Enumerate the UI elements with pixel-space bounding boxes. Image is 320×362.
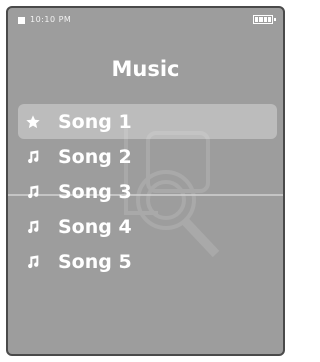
music-note-icon (22, 181, 44, 203)
song-item-2[interactable]: Song 2 (18, 139, 277, 174)
music-note-icon (22, 251, 44, 273)
status-indicator-icon (18, 17, 25, 24)
song-label: Song 2 (58, 145, 132, 168)
song-label: Song 1 (58, 110, 132, 133)
song-item-3[interactable]: Song 3 (18, 174, 277, 209)
song-item-1[interactable]: Song 1 (18, 104, 277, 139)
song-label: Song 3 (58, 180, 132, 203)
battery-icon (253, 15, 276, 24)
music-note-icon (22, 146, 44, 168)
song-item-4[interactable]: Song 4 (18, 209, 277, 244)
song-item-5[interactable]: Song 5 (18, 244, 277, 279)
page-title: Music (111, 57, 180, 81)
star-icon (22, 111, 44, 133)
song-list: Song 1 Song 2 Song 3 Song 4 Song 5 (18, 104, 277, 279)
song-label: Song 5 (58, 250, 132, 273)
status-time: 10:10 PM (30, 15, 72, 24)
status-bar: 10:10 PM (8, 8, 283, 30)
device-screen: 10:10 PM Music Song 1 Song 2 Song 3 Song… (6, 6, 285, 356)
song-label: Song 4 (58, 215, 132, 238)
music-note-icon (22, 216, 44, 238)
